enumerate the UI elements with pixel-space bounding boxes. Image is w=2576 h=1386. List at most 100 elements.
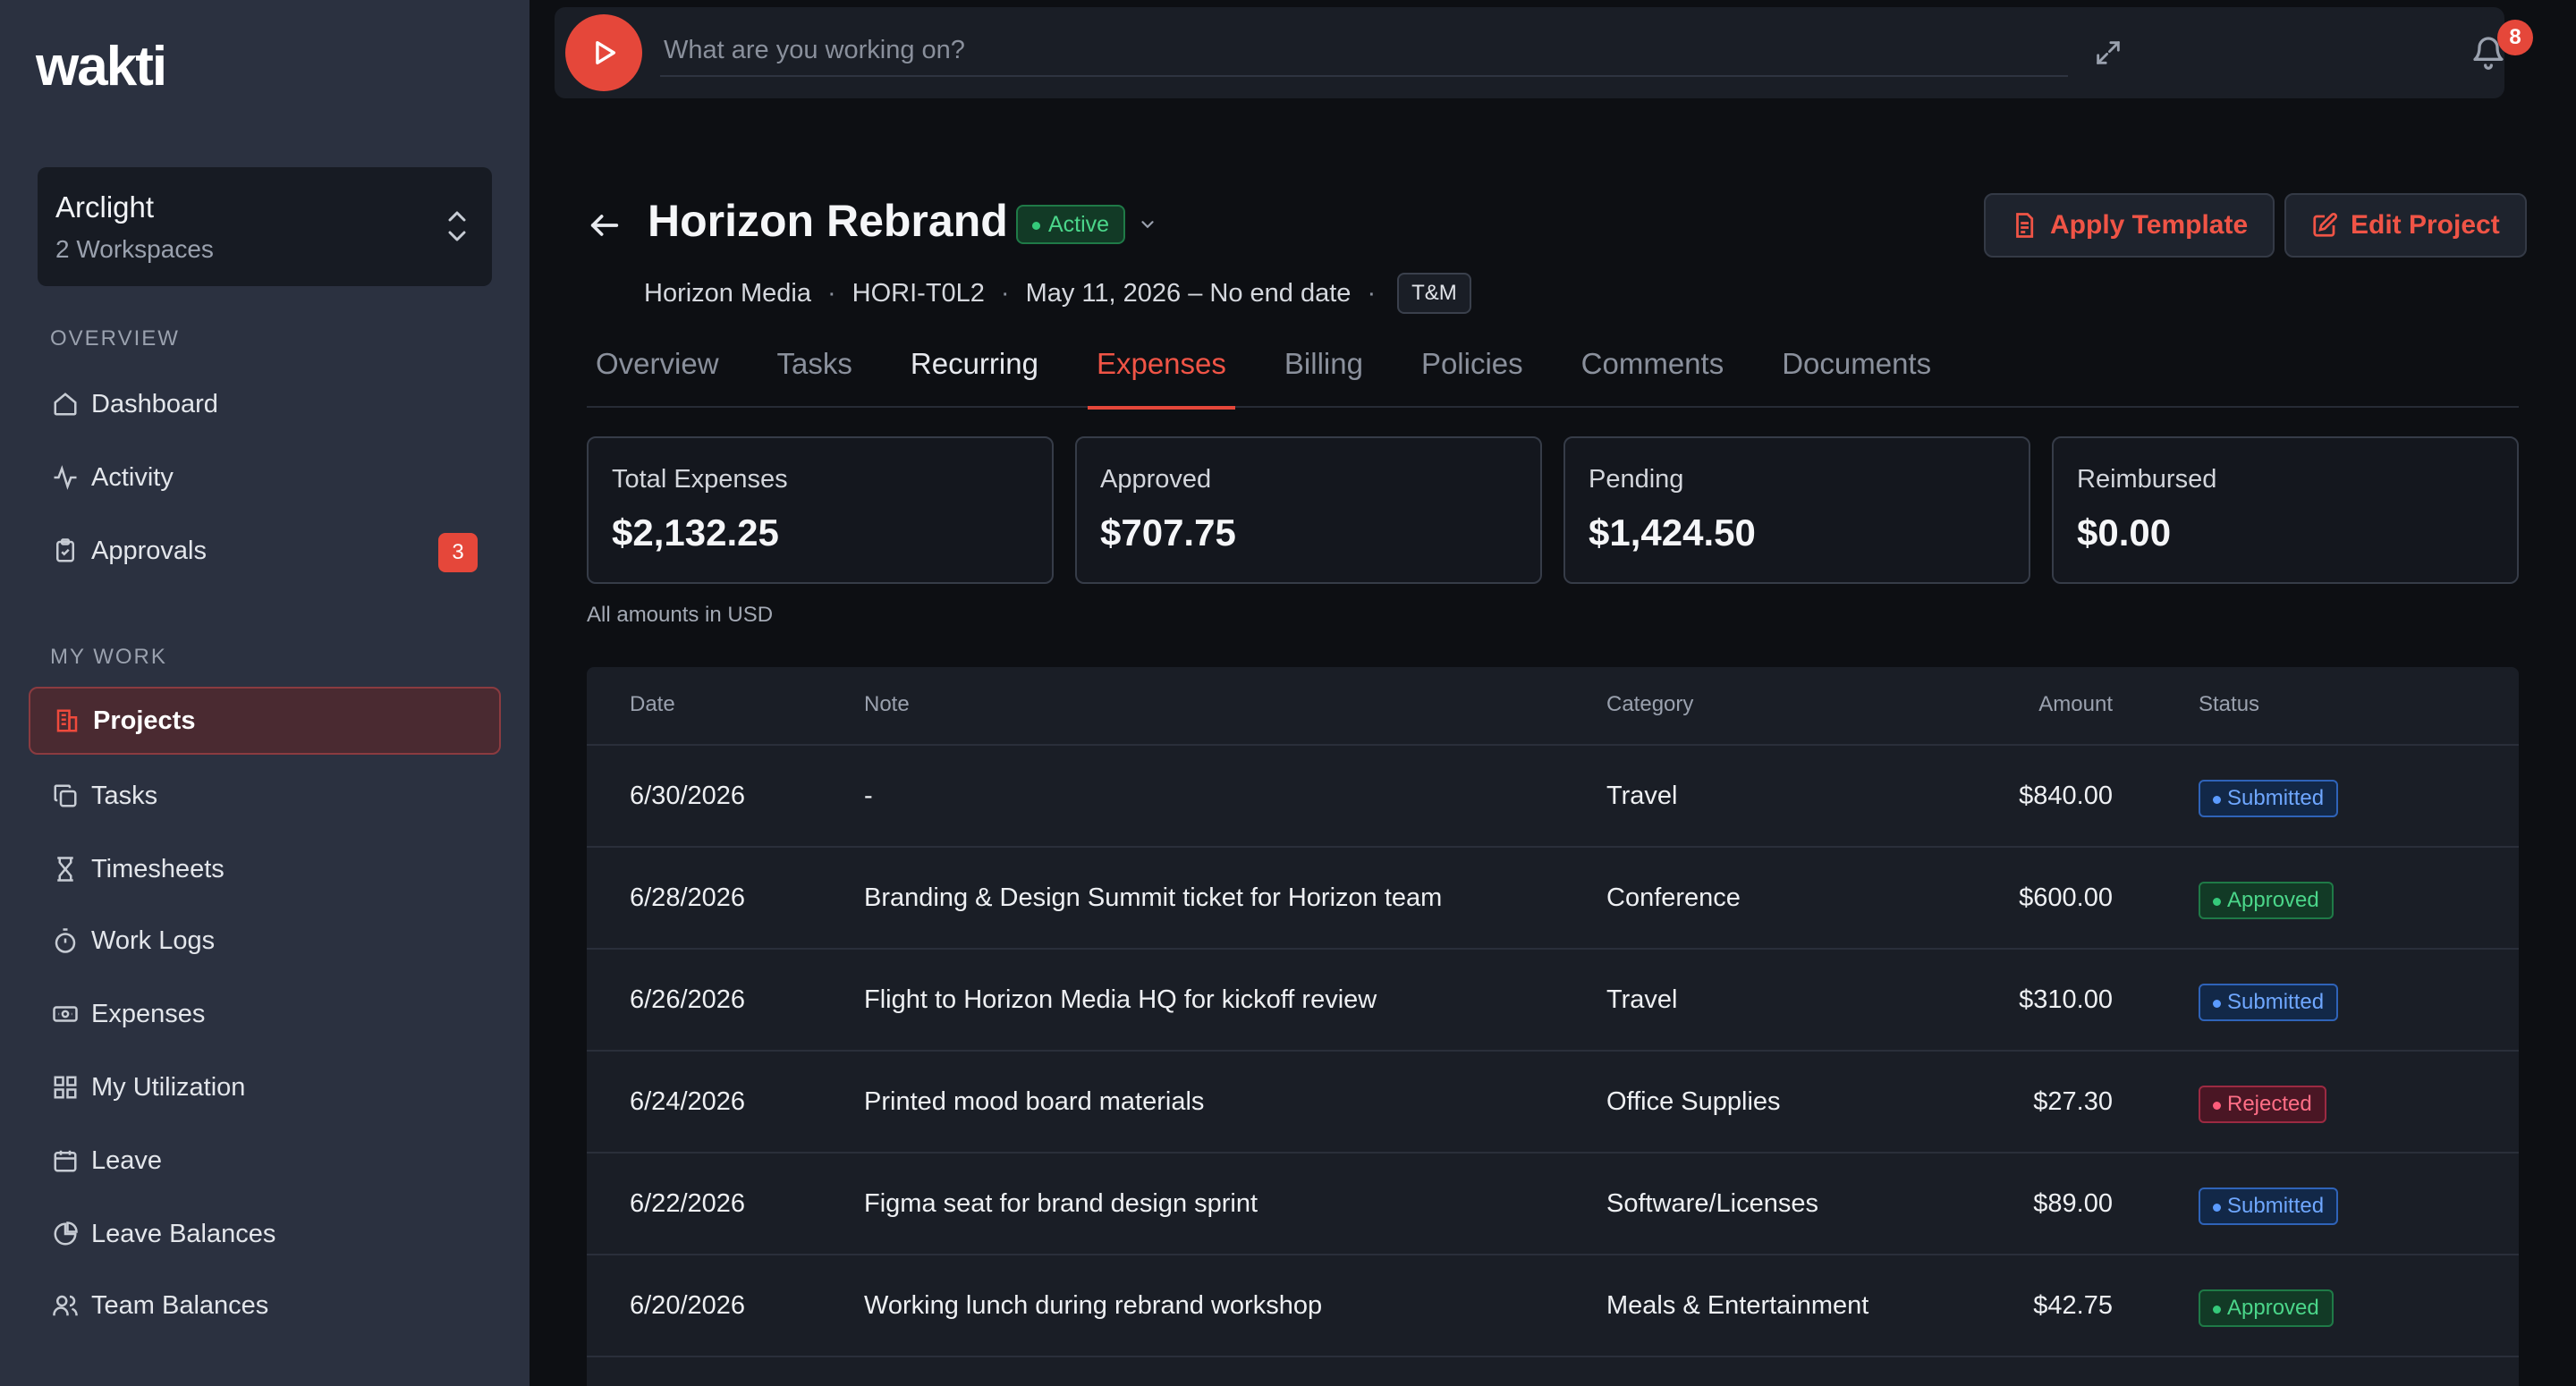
status-badge: Submitted xyxy=(2199,780,2339,817)
table-row[interactable]: 6/24/2026 Printed mood board materials O… xyxy=(587,1052,2519,1154)
table-row[interactable]: 6/26/2026 Flight to Horizon Media HQ for… xyxy=(587,950,2519,1052)
sidebar-item-label: Timesheets xyxy=(91,854,225,883)
table-row[interactable]: 6/22/2026 Figma seat for brand design sp… xyxy=(587,1154,2519,1255)
cell-amount: $27.30 xyxy=(2033,1087,2113,1116)
expand-icon[interactable] xyxy=(2093,38,2123,68)
tab-billing[interactable]: Billing xyxy=(1275,340,1372,408)
cell-date: 6/22/2026 xyxy=(630,1189,746,1218)
hourglass-icon xyxy=(52,856,79,883)
app-logo[interactable]: wakti xyxy=(36,36,167,98)
grid-icon xyxy=(52,1074,79,1101)
cell-amount: $89.00 xyxy=(2033,1189,2113,1218)
sidebar-item-team-balances[interactable]: Team Balances xyxy=(29,1272,501,1340)
tab-recurring[interactable]: Recurring xyxy=(902,340,1047,408)
notifications-button[interactable]: 8 xyxy=(2451,7,2540,97)
apply-template-label: Apply Template xyxy=(2050,210,2249,240)
chevron-down-icon[interactable] xyxy=(1138,215,1157,234)
cell-amount: $600.00 xyxy=(2019,883,2113,912)
workspace-count: 2 Workspaces xyxy=(55,235,214,263)
cell-category: Meals & Entertainment xyxy=(1606,1291,1869,1320)
card-label: Approved xyxy=(1100,465,1212,494)
project-meta: Horizon Media · HORI-T0L2 · May 11, 2026… xyxy=(644,273,1471,314)
cell-note: Printed mood board materials xyxy=(864,1087,1205,1116)
sidebar-item-projects[interactable]: Projects xyxy=(29,687,501,755)
sidebar-item-leave-balances[interactable]: Leave Balances xyxy=(29,1200,501,1268)
workspace-name: Arclight xyxy=(55,190,155,224)
tab-comments[interactable]: Comments xyxy=(1572,340,1733,408)
sidebar-item-tasks[interactable]: Tasks xyxy=(29,762,501,830)
card-label: Total Expenses xyxy=(612,465,788,494)
tab-documents[interactable]: Documents xyxy=(1773,340,1940,408)
tab-policies[interactable]: Policies xyxy=(1412,340,1532,408)
cell-category: Travel xyxy=(1606,985,1678,1014)
apply-template-button[interactable]: Apply Template xyxy=(1984,193,2275,258)
cell-note: Branding & Design Summit ticket for Hori… xyxy=(864,883,1443,912)
summary-card-reimbursed: Reimbursed $0.00 xyxy=(2052,436,2519,584)
cell-amount: $840.00 xyxy=(2019,782,2113,810)
summary-card-total: Total Expenses $2,132.25 xyxy=(587,436,1054,584)
cell-note: Working lunch during rebrand workshop xyxy=(864,1291,1323,1320)
sidebar-item-activity[interactable]: Activity xyxy=(29,444,501,511)
card-value: $1,424.50 xyxy=(1589,511,1756,554)
column-header-amount[interactable]: Amount xyxy=(2038,692,2113,717)
status-badge: Submitted xyxy=(2199,1187,2339,1225)
project-tabs: Overview Tasks Recurring Expenses Billin… xyxy=(587,340,2519,410)
sidebar-item-label: Team Balances xyxy=(91,1290,269,1320)
play-icon xyxy=(596,40,616,65)
calendar-icon xyxy=(52,1147,79,1174)
back-arrow-icon[interactable] xyxy=(587,207,623,243)
sidebar-item-my-utilization[interactable]: My Utilization xyxy=(29,1053,501,1121)
column-header-category[interactable]: Category xyxy=(1606,692,1693,717)
table-row[interactable]: 6/28/2026 Branding & Design Summit ticke… xyxy=(587,848,2519,950)
cell-date: 6/24/2026 xyxy=(630,1087,746,1116)
card-label: Reimbursed xyxy=(2077,465,2217,494)
sidebar-item-label: Approvals xyxy=(91,536,207,565)
chevron-up-down-icon xyxy=(448,211,466,241)
cell-date: 6/26/2026 xyxy=(630,985,746,1014)
sidebar-item-approvals[interactable]: Approvals 3 xyxy=(29,517,501,585)
activity-icon xyxy=(52,464,79,491)
status-badge: Submitted xyxy=(2199,984,2339,1021)
card-label: Pending xyxy=(1589,465,1684,494)
sidebar-item-timesheets[interactable]: Timesheets xyxy=(29,835,501,903)
column-header-date[interactable]: Date xyxy=(630,692,675,717)
sidebar-item-label: Work Logs xyxy=(91,925,216,955)
cell-note: - xyxy=(864,782,873,810)
sidebar-item-expenses[interactable]: Expenses xyxy=(29,980,501,1048)
stopwatch-icon xyxy=(52,927,79,954)
card-value: $707.75 xyxy=(1100,511,1236,554)
start-timer-button[interactable] xyxy=(565,14,642,91)
sidebar-item-label: Leave Balances xyxy=(91,1219,276,1248)
table-row[interactable]: 6/20/2026 Working lunch during rebrand w… xyxy=(587,1255,2519,1357)
cell-note: Figma seat for brand design sprint xyxy=(864,1189,1258,1218)
column-header-status[interactable]: Status xyxy=(2199,692,2259,717)
pie-chart-icon xyxy=(52,1221,79,1247)
section-label-my-work: MY WORK xyxy=(50,645,167,669)
column-header-note[interactable]: Note xyxy=(864,692,910,717)
table-row[interactable]: 6/30/2026 - Travel $840.00 Submitted xyxy=(587,746,2519,848)
cell-date: 6/28/2026 xyxy=(630,883,746,912)
cell-note: Flight to Horizon Media HQ for kickoff r… xyxy=(864,985,1377,1014)
sidebar-item-dashboard[interactable]: Dashboard xyxy=(29,370,501,438)
sidebar-item-label: Dashboard xyxy=(91,389,218,418)
edit-project-label: Edit Project xyxy=(2351,210,2500,240)
tab-expenses[interactable]: Expenses xyxy=(1087,340,1235,410)
sidebar-item-label: Projects xyxy=(93,706,196,735)
table-header: Date Note Category Amount Status xyxy=(587,667,2519,746)
edit-icon xyxy=(2313,212,2338,237)
cell-amount: $42.75 xyxy=(2033,1291,2113,1320)
edit-project-button[interactable]: Edit Project xyxy=(2284,193,2527,258)
tab-overview[interactable]: Overview xyxy=(587,340,728,408)
sidebar-item-work-logs[interactable]: Work Logs xyxy=(29,907,501,975)
separator-dot: · xyxy=(1000,278,1010,308)
project-dates: May 11, 2026 – No end date xyxy=(1025,278,1352,308)
sidebar-item-leave[interactable]: Leave xyxy=(29,1127,501,1195)
sidebar-item-label: Tasks xyxy=(91,781,158,810)
workspace-switcher[interactable]: Arclight 2 Workspaces xyxy=(38,167,492,286)
tab-tasks[interactable]: Tasks xyxy=(768,340,861,408)
project-status-badge[interactable]: Active xyxy=(1016,205,1126,244)
timer-description-input[interactable] xyxy=(660,25,2068,77)
status-badge: Approved xyxy=(2199,1289,2334,1327)
notification-count-badge: 8 xyxy=(2497,20,2533,55)
users-icon xyxy=(52,1292,79,1319)
